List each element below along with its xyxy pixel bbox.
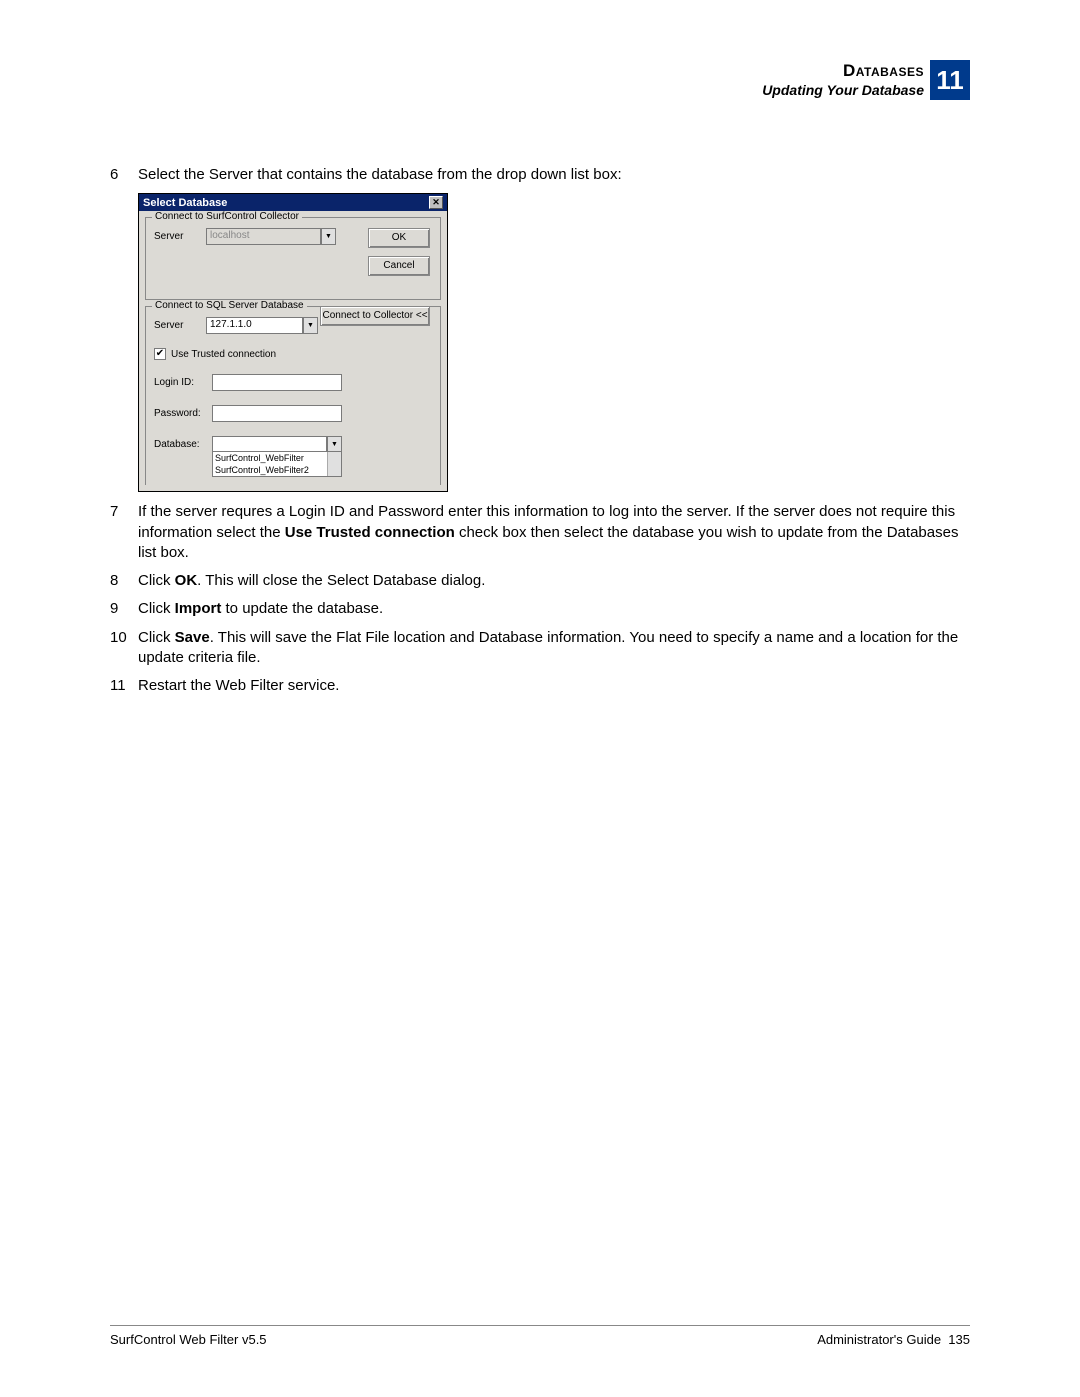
step-8-pre: Click <box>138 572 175 589</box>
chapter-number-box: 11 <box>930 60 970 100</box>
database-option-2[interactable]: SurfControl_WebFilter2 <box>213 464 341 476</box>
login-label: Login ID: <box>154 377 212 388</box>
step-9-text: Click Import to update the database. <box>138 599 970 619</box>
trusted-checkbox[interactable]: ✔ <box>154 348 166 360</box>
step-11: 11 Restart the Web Filter service. <box>110 676 970 696</box>
ok-button[interactable]: OK <box>368 228 430 248</box>
collector-server-input[interactable]: localhost <box>206 228 321 245</box>
sql-server-label: Server <box>154 320 206 331</box>
step-8-post: . This will close the Select Database di… <box>197 572 485 589</box>
step-7-number: 7 <box>110 502 138 522</box>
step-8-number: 8 <box>110 571 138 591</box>
header-title: Databases <box>762 61 924 81</box>
trusted-label: Use Trusted connection <box>171 349 276 360</box>
step-8: 8 Click OK. This will close the Select D… <box>110 571 970 591</box>
collector-server-label: Server <box>154 231 206 242</box>
step-8-text: Click OK. This will close the Select Dat… <box>138 571 970 591</box>
database-listbox[interactable]: SurfControl_WebFilter SurfControl_WebFil… <box>212 451 342 477</box>
step-11-number: 11 <box>110 676 138 696</box>
step-9-post: to update the database. <box>221 600 383 617</box>
step-10-post: . This will save the Flat File location … <box>138 629 958 666</box>
page-footer: SurfControl Web Filter v5.5 Administrato… <box>110 1325 970 1347</box>
page-header: Databases Updating Your Database 11 <box>762 60 970 100</box>
cancel-button[interactable]: Cancel <box>368 256 430 276</box>
footer-product: SurfControl Web Filter v5.5 <box>110 1332 267 1347</box>
step-10-text: Click Save. This will save the Flat File… <box>138 628 970 669</box>
database-label: Database: <box>154 439 212 450</box>
step-10-pre: Click <box>138 629 175 646</box>
step-9-bold: Import <box>175 600 222 617</box>
step-10-number: 10 <box>110 628 138 648</box>
password-input[interactable] <box>212 405 342 422</box>
step-10: 10 Click Save. This will save the Flat F… <box>110 628 970 669</box>
database-option-1[interactable]: SurfControl_WebFilter <box>213 452 341 464</box>
step-8-bold: OK <box>175 572 198 589</box>
chevron-down-icon[interactable]: ▼ <box>303 317 318 334</box>
collector-group-label: Connect to SurfControl Collector <box>152 211 302 222</box>
step-7-bold: Use Trusted connection <box>285 524 455 541</box>
step-11-text: Restart the Web Filter service. <box>138 676 970 696</box>
header-subtitle: Updating Your Database <box>762 82 924 99</box>
step-6-text: Select the Server that contains the data… <box>138 165 970 185</box>
sql-group-label: Connect to SQL Server Database <box>152 300 307 311</box>
password-label: Password: <box>154 408 212 419</box>
sql-server-input[interactable]: 127.1.1.0 <box>206 317 303 334</box>
footer-right: Administrator's Guide 135 <box>817 1332 970 1347</box>
dialog-titlebar: Select Database ✕ <box>139 194 447 211</box>
step-7-text: If the server requres a Login ID and Pas… <box>138 502 970 563</box>
footer-page-number: 135 <box>948 1332 970 1347</box>
step-10-bold: Save <box>175 629 210 646</box>
sql-groupbox: Connect to SQL Server Database Server 12… <box>145 306 441 485</box>
step-6: 6 Select the Server that contains the da… <box>110 165 970 185</box>
step-9-number: 9 <box>110 599 138 619</box>
dialog-title: Select Database <box>143 197 227 209</box>
step-6-number: 6 <box>110 165 138 185</box>
step-9-pre: Click <box>138 600 175 617</box>
close-icon[interactable]: ✕ <box>429 196 443 209</box>
collector-groupbox: Connect to SurfControl Collector Server … <box>145 217 441 300</box>
select-database-dialog: Select Database ✕ Connect to SurfControl… <box>138 193 448 492</box>
footer-guide-label: Administrator's Guide <box>817 1332 941 1347</box>
login-input[interactable] <box>212 374 342 391</box>
listbox-scrollbar[interactable] <box>327 452 341 476</box>
step-9: 9 Click Import to update the database. <box>110 599 970 619</box>
step-7: 7 If the server requres a Login ID and P… <box>110 502 970 563</box>
